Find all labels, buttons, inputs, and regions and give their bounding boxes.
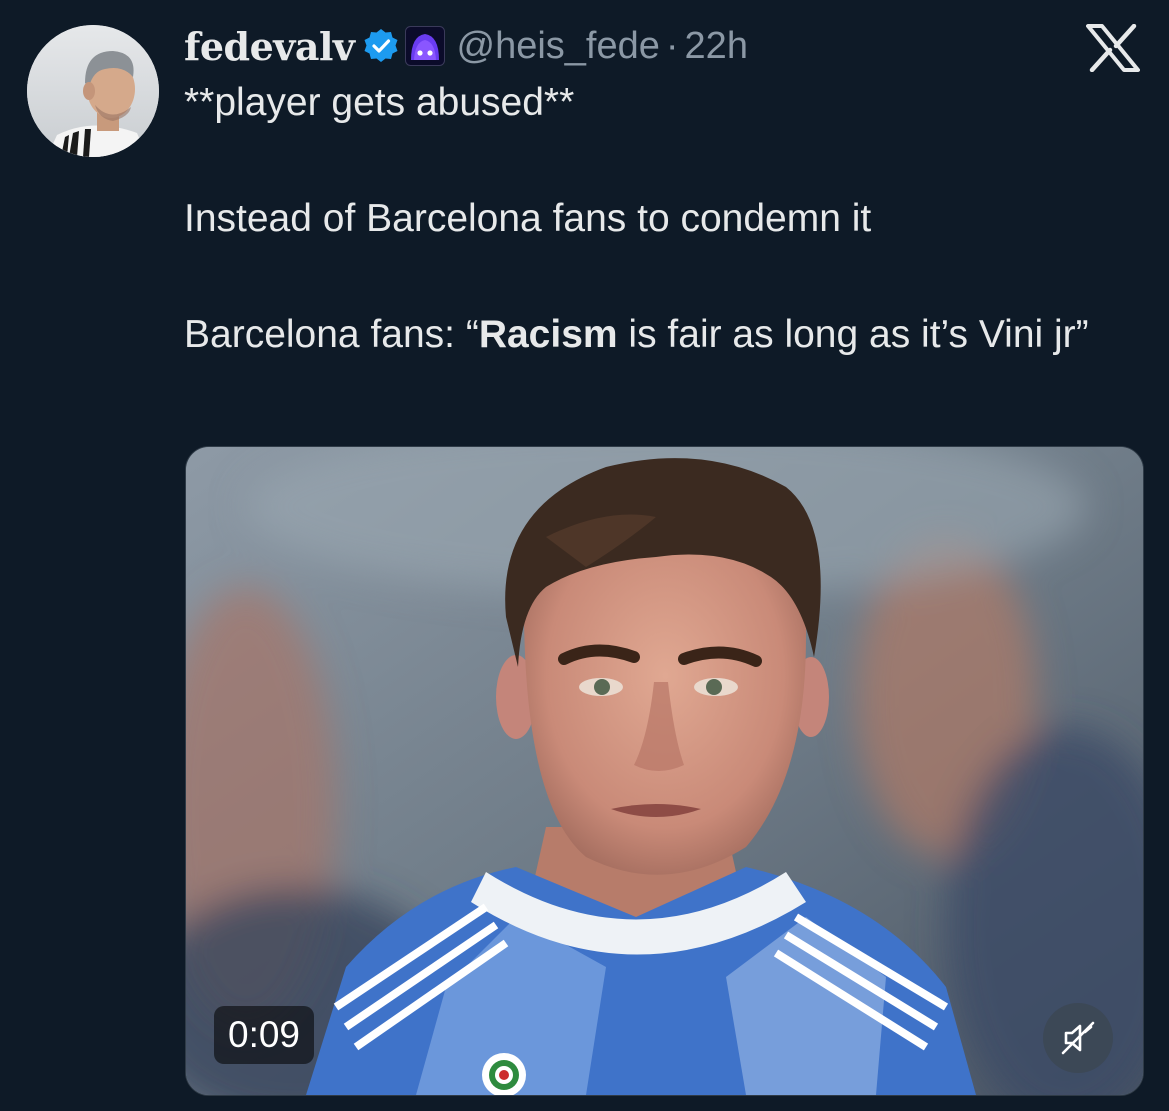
x-logo-icon[interactable] bbox=[1086, 23, 1140, 73]
mute-button[interactable] bbox=[1043, 1003, 1113, 1073]
tweet-line-3-start: Barcelona fans: “ bbox=[184, 313, 479, 356]
muted-speaker-icon bbox=[1061, 1021, 1095, 1055]
avatar[interactable] bbox=[27, 25, 159, 157]
video-player[interactable]: 0:09 bbox=[185, 446, 1144, 1096]
tweet-line-3-end: is fair as long as it’s Vini jr” bbox=[617, 313, 1089, 356]
display-name[interactable]: fedevalv bbox=[184, 24, 355, 69]
verified-badge-icon bbox=[363, 28, 399, 64]
tweet-line-1: **player gets abused** bbox=[184, 81, 575, 124]
avatar-image bbox=[27, 25, 159, 157]
tweet-line-2: Instead of Barcelona fans to condemn it bbox=[184, 197, 872, 240]
separator-dot: · bbox=[665, 24, 679, 67]
tweet-card: fedevalv @heis_fede · 22h **player gets … bbox=[0, 0, 1169, 1111]
tweet-bold-word: Racism bbox=[478, 313, 618, 356]
tweet-line-3: Barcelona fans: “Racism is fair as long … bbox=[184, 306, 1124, 364]
timestamp[interactable]: 22h bbox=[685, 25, 748, 68]
tweet-text: **player gets abused** Instead of Barcel… bbox=[184, 74, 1124, 364]
user-handle[interactable]: @heis_fede bbox=[457, 25, 660, 68]
tweet-header: fedevalv @heis_fede · 22h bbox=[184, 18, 748, 74]
video-frame bbox=[186, 447, 1143, 1095]
video-duration: 0:09 bbox=[214, 1006, 315, 1064]
affiliate-badge-icon[interactable] bbox=[404, 26, 445, 66]
